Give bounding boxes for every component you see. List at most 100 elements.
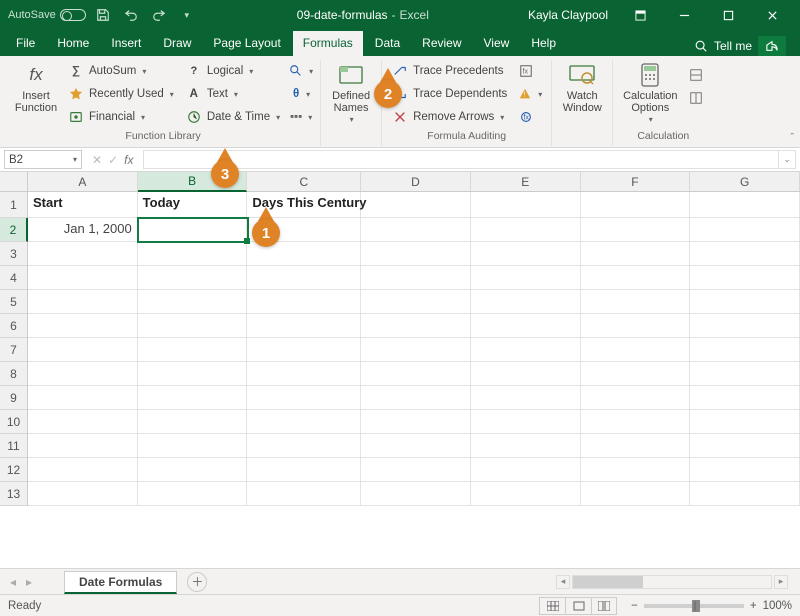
cell[interactable] bbox=[138, 434, 248, 458]
evaluate-formula-button[interactable]: fx bbox=[515, 106, 537, 128]
recently-used-button[interactable]: Recently Used▾ bbox=[64, 83, 178, 105]
cell[interactable] bbox=[138, 386, 248, 410]
minimize-button[interactable] bbox=[664, 0, 704, 30]
row-header[interactable]: 4 bbox=[0, 266, 27, 290]
cell[interactable] bbox=[247, 338, 361, 362]
cell[interactable] bbox=[581, 192, 691, 218]
cell[interactable] bbox=[690, 290, 800, 314]
close-button[interactable] bbox=[752, 0, 792, 30]
cell[interactable] bbox=[471, 266, 581, 290]
cell[interactable] bbox=[247, 242, 361, 266]
date-time-button[interactable]: Date & Time▾ bbox=[182, 106, 284, 128]
cell[interactable] bbox=[138, 338, 248, 362]
tab-view[interactable]: View bbox=[474, 31, 520, 56]
cell[interactable] bbox=[28, 434, 138, 458]
tab-file[interactable]: File bbox=[6, 31, 45, 56]
row-header[interactable]: 10 bbox=[0, 410, 27, 434]
zoom-out-icon[interactable]: − bbox=[631, 600, 638, 612]
cell[interactable] bbox=[138, 290, 248, 314]
cell[interactable] bbox=[138, 218, 248, 242]
row-header[interactable]: 9 bbox=[0, 386, 27, 410]
cell[interactable] bbox=[28, 266, 138, 290]
cell[interactable] bbox=[247, 218, 361, 242]
tab-page-layout[interactable]: Page Layout bbox=[203, 31, 290, 56]
row-header[interactable]: 3 bbox=[0, 242, 27, 266]
cell[interactable] bbox=[690, 434, 800, 458]
cell[interactable] bbox=[471, 386, 581, 410]
cell[interactable] bbox=[247, 458, 361, 482]
undo-button[interactable] bbox=[120, 4, 142, 26]
calc-sheet-button[interactable] bbox=[685, 87, 707, 109]
column-header[interactable]: F bbox=[581, 172, 691, 191]
cell[interactable] bbox=[361, 458, 471, 482]
cell[interactable] bbox=[471, 290, 581, 314]
cell[interactable] bbox=[28, 338, 138, 362]
financial-button[interactable]: Financial▾ bbox=[64, 106, 178, 128]
remove-arrows-button[interactable]: Remove Arrows▾ bbox=[388, 106, 511, 128]
cell[interactable] bbox=[138, 266, 248, 290]
cell[interactable] bbox=[361, 218, 471, 242]
cell[interactable] bbox=[690, 242, 800, 266]
scroll-right-icon[interactable]: ▸ bbox=[774, 575, 788, 589]
cell[interactable] bbox=[138, 362, 248, 386]
cell[interactable] bbox=[28, 482, 138, 506]
normal-view-button[interactable] bbox=[539, 597, 565, 615]
cell[interactable] bbox=[247, 434, 361, 458]
cell[interactable] bbox=[581, 362, 691, 386]
cell[interactable] bbox=[28, 290, 138, 314]
cells-area[interactable]: StartTodayDays This CenturyJan 1, 2000 bbox=[28, 192, 800, 568]
tab-data[interactable]: Data bbox=[365, 31, 410, 56]
cell[interactable] bbox=[690, 338, 800, 362]
logical-button[interactable]: ?Logical▾ bbox=[182, 60, 284, 82]
sheet-tab-active[interactable]: Date Formulas bbox=[64, 571, 177, 594]
more-functions-button[interactable]: ▪▪▪▾ bbox=[288, 106, 314, 128]
cell[interactable] bbox=[581, 338, 691, 362]
tab-formulas[interactable]: Formulas bbox=[293, 31, 363, 56]
cell[interactable] bbox=[361, 362, 471, 386]
cell[interactable]: Jan 1, 2000 bbox=[28, 218, 138, 242]
cell[interactable] bbox=[361, 290, 471, 314]
insert-function-button[interactable]: fx Insert Function bbox=[12, 60, 60, 114]
column-header[interactable]: E bbox=[471, 172, 581, 191]
cell[interactable] bbox=[471, 410, 581, 434]
cell[interactable] bbox=[471, 362, 581, 386]
cell[interactable] bbox=[581, 482, 691, 506]
cell[interactable] bbox=[361, 192, 471, 218]
text-button[interactable]: AText▾ bbox=[182, 83, 284, 105]
cell[interactable] bbox=[471, 458, 581, 482]
calc-now-button[interactable] bbox=[685, 64, 707, 86]
cell[interactable] bbox=[361, 242, 471, 266]
cell[interactable] bbox=[28, 314, 138, 338]
column-header[interactable]: A bbox=[28, 172, 138, 191]
cell[interactable] bbox=[247, 386, 361, 410]
row-header[interactable]: 11 bbox=[0, 434, 27, 458]
cell[interactable] bbox=[247, 290, 361, 314]
cell[interactable] bbox=[581, 458, 691, 482]
cell[interactable] bbox=[28, 386, 138, 410]
watch-window-button[interactable]: Watch Window bbox=[558, 60, 606, 114]
spreadsheet-grid[interactable]: ABCDEFG 12345678910111213 StartTodayDays… bbox=[0, 172, 800, 568]
cell[interactable] bbox=[361, 338, 471, 362]
cell[interactable] bbox=[581, 290, 691, 314]
cell[interactable] bbox=[471, 192, 581, 218]
cell[interactable] bbox=[471, 314, 581, 338]
page-layout-view-button[interactable] bbox=[565, 597, 591, 615]
ribbon-display-button[interactable] bbox=[620, 0, 660, 30]
collapse-ribbon-icon[interactable]: ˆ bbox=[790, 132, 794, 144]
cell[interactable] bbox=[581, 218, 691, 242]
zoom-slider[interactable] bbox=[644, 604, 744, 608]
name-box[interactable]: B2 ▾ bbox=[4, 150, 82, 169]
calculation-options-button[interactable]: Calculation Options▾ bbox=[619, 60, 681, 125]
row-header[interactable]: 7 bbox=[0, 338, 27, 362]
cell[interactable]: Days This Century bbox=[247, 192, 361, 218]
cell[interactable] bbox=[581, 314, 691, 338]
error-checking-button[interactable]: !▾ bbox=[515, 83, 545, 105]
row-header[interactable]: 2 bbox=[0, 218, 28, 242]
row-header[interactable]: 8 bbox=[0, 362, 27, 386]
cell[interactable] bbox=[361, 314, 471, 338]
row-header[interactable]: 13 bbox=[0, 482, 27, 506]
column-header[interactable]: G bbox=[690, 172, 800, 191]
row-header[interactable]: 12 bbox=[0, 458, 27, 482]
tab-insert[interactable]: Insert bbox=[101, 31, 151, 56]
add-sheet-button[interactable]: ＋ bbox=[187, 572, 207, 592]
